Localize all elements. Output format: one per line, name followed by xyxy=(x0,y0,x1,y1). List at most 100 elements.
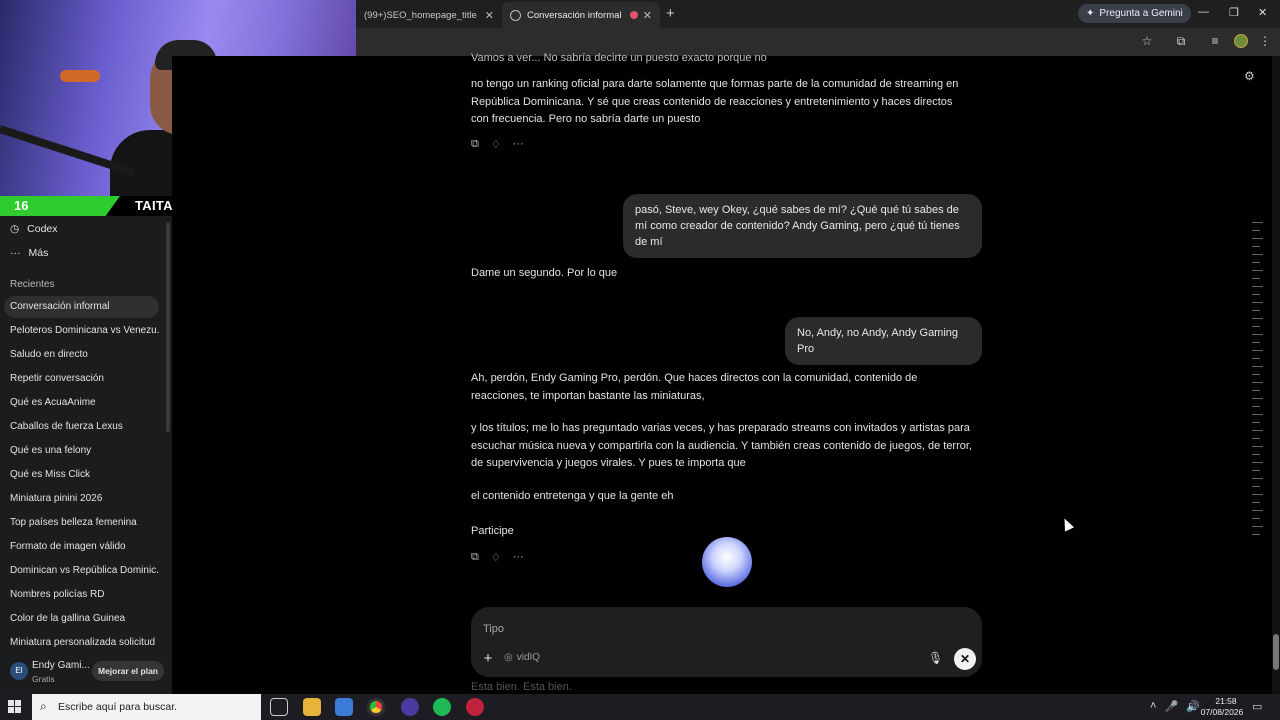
minimap-tick xyxy=(1252,294,1260,295)
sidebar-item-more[interactable]: ··· Más xyxy=(10,247,48,259)
page-scrollbar-thumb[interactable] xyxy=(1273,634,1279,670)
thumbs-down-icon[interactable]: ♢ xyxy=(491,138,501,151)
sidebar-recent-item[interactable]: Miniatura personalizada solicitud xyxy=(4,632,159,654)
search-icon: ⌕ xyxy=(40,699,47,713)
minimap-tick xyxy=(1252,318,1263,319)
more-dots-icon: ··· xyxy=(10,247,21,259)
extensions-icon[interactable]: ⧉ xyxy=(1174,34,1188,48)
live-voice-orb xyxy=(702,537,752,587)
minimap-tick xyxy=(1252,478,1263,479)
prompt-input[interactable] xyxy=(483,621,903,637)
sparkle-icon: ✦ xyxy=(1086,8,1095,19)
subs-current: 16 xyxy=(14,198,29,213)
minimap-tick xyxy=(1252,270,1263,271)
obs-icon[interactable] xyxy=(401,698,419,716)
minimap-tick xyxy=(1252,494,1263,495)
minimap-tick xyxy=(1252,238,1263,239)
sidebar-recent-item[interactable]: Qué es Miss Click xyxy=(4,464,159,486)
copy-icon[interactable]: ⧉ xyxy=(471,551,479,564)
minimap-tick xyxy=(1252,342,1260,343)
user-message: pasó, Steve, wey Okey, ¿qué sabes de mí?… xyxy=(623,194,982,258)
minimize-icon[interactable]: — xyxy=(1198,6,1209,18)
model-message-cut: Vamos a ver... No sabría decirte un pues… xyxy=(471,52,767,64)
tab-conversation-label: Conversación informal xyxy=(527,9,622,21)
model-message: no tengo un ranking oficial para darte s… xyxy=(471,78,959,125)
copy-icon[interactable]: ⧉ xyxy=(471,138,479,151)
sidebar-recent-item[interactable]: Qué es AcuaAnime xyxy=(4,392,159,414)
stop-button[interactable]: ✕ xyxy=(954,648,976,670)
conversation-minimap[interactable] xyxy=(1252,222,1263,536)
minimap-tick xyxy=(1252,422,1260,423)
minimap-tick xyxy=(1252,406,1260,407)
clock-time[interactable]: 21:58 xyxy=(1206,696,1246,706)
clock-date[interactable]: 07/08/2026 xyxy=(1200,707,1244,717)
sidebar-recent-item[interactable]: Dominican vs República Dominic... xyxy=(4,560,159,582)
minimap-tick xyxy=(1252,438,1260,439)
sidebar-recent-item[interactable]: Miniatura pinini 2026 xyxy=(4,488,159,510)
add-attachment-button[interactable]: + xyxy=(480,650,496,668)
windows-start-button[interactable] xyxy=(8,700,22,714)
page-scrollbar[interactable] xyxy=(1272,56,1280,694)
profile-avatar[interactable] xyxy=(1234,34,1248,48)
history-icon: ◷ xyxy=(10,223,20,235)
user-name: Endy Gami... xyxy=(32,660,90,671)
tab-conversation[interactable]: Conversación informal ✕ xyxy=(502,2,660,28)
microphone-icon[interactable]: 🎤 xyxy=(1164,700,1178,713)
close-window-icon[interactable]: ✕ xyxy=(1258,6,1267,19)
ask-gemini-button[interactable]: ✦ Pregunta a Gemini xyxy=(1078,4,1191,23)
restore-icon[interactable]: ❐ xyxy=(1229,6,1239,19)
minimap-tick xyxy=(1252,430,1263,431)
minimap-tick xyxy=(1252,310,1260,311)
volume-icon[interactable]: 🔊 xyxy=(1186,700,1200,713)
sidebar-recent-item[interactable]: Formato de imagen válido xyxy=(4,536,159,558)
minimap-tick xyxy=(1252,278,1260,279)
sidebar-recent-item[interactable]: Peloteros Dominicana vs Venezu... xyxy=(4,320,159,342)
sidebar-recent-item[interactable]: Qué es una felony xyxy=(4,440,159,462)
sidebar-recent-item[interactable]: Top países belleza femenina xyxy=(4,512,159,534)
close-tab-icon[interactable]: ✕ xyxy=(485,9,494,22)
gemini-favicon-icon xyxy=(510,9,521,21)
minimap-tick xyxy=(1252,454,1260,455)
sidebar-item-label: Codex xyxy=(27,223,58,235)
minimap-tick xyxy=(1252,286,1263,287)
sidebar-recent-item[interactable]: Conversación informal xyxy=(4,296,159,318)
sidebar-recent-item[interactable]: Saludo en directo xyxy=(4,344,159,366)
message-actions: ⧉ ♢ ··· xyxy=(471,138,524,151)
file-explorer-icon[interactable] xyxy=(303,698,321,716)
microphone-button[interactable]: 🎙 xyxy=(928,651,943,665)
live-caption: Esta bien. Esta bien. xyxy=(471,681,572,693)
message-actions: ⧉ ♢ ··· xyxy=(471,551,524,564)
sidebar-recent-item[interactable]: Repetir conversación xyxy=(4,368,159,390)
app-icon[interactable] xyxy=(466,698,484,716)
tool-chip[interactable]: ◎ vidIQ xyxy=(504,652,540,663)
more-options-icon[interactable]: ··· xyxy=(513,551,524,564)
media-control-icon[interactable]: ≡ xyxy=(1208,34,1222,48)
store-icon[interactable] xyxy=(335,698,353,716)
sidebar-item-label: Más xyxy=(28,247,49,259)
task-view-icon[interactable] xyxy=(270,698,288,716)
upgrade-plan-button[interactable]: Mejorar el plan xyxy=(92,661,164,681)
sidebar-recent-item[interactable]: Color de la gallina Guinea xyxy=(4,608,159,630)
chrome-icon[interactable] xyxy=(367,698,385,716)
chevron-up-icon[interactable]: ˄ xyxy=(1150,700,1156,713)
kebab-menu-icon[interactable]: ⋮ xyxy=(1258,34,1272,48)
tune-settings-icon[interactable]: ⚙ xyxy=(1244,69,1255,83)
more-options-icon[interactable]: ··· xyxy=(513,138,524,151)
avatar[interactable]: EI xyxy=(10,662,28,680)
close-tab-icon[interactable]: ✕ xyxy=(643,9,652,22)
sidebar-scrollbar[interactable] xyxy=(166,222,170,432)
minimap-tick xyxy=(1252,254,1263,255)
thumbs-down-icon[interactable]: ♢ xyxy=(491,551,501,564)
minimap-tick xyxy=(1252,502,1260,503)
tab-seo[interactable]: (99+)SEO_homepage_title ✕ xyxy=(356,2,502,28)
minimap-tick xyxy=(1252,470,1260,471)
system-tray[interactable]: ˄ 🎤 🔊 xyxy=(1150,700,1200,713)
sidebar-item-codex[interactable]: ◷ Codex xyxy=(10,223,58,235)
sidebar-recent-item[interactable]: Nombres policías RD xyxy=(4,584,159,606)
spotify-icon[interactable] xyxy=(433,698,451,716)
bookmark-star-icon[interactable]: ☆ xyxy=(1140,34,1154,48)
notification-icon[interactable]: ▭ xyxy=(1252,700,1262,713)
new-tab-button[interactable]: + xyxy=(666,5,675,22)
minimap-tick xyxy=(1252,374,1260,375)
sidebar-recent-item[interactable]: Caballos de fuerza Lexus xyxy=(4,416,159,438)
